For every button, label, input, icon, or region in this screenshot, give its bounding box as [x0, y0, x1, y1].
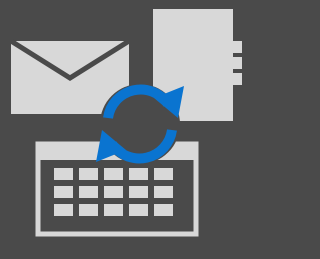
- sync-illustration-svg: [0, 0, 242, 259]
- sync-illustration: [0, 0, 242, 259]
- calendar-grid: [54, 168, 173, 216]
